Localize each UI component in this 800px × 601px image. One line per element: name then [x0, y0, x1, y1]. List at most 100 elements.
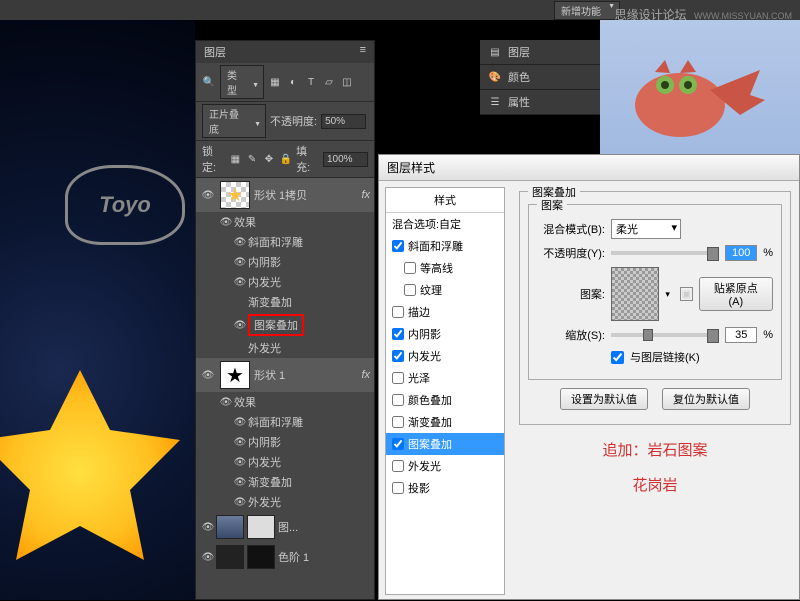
lock-brush-icon[interactable]: ✎ — [246, 152, 259, 166]
filter-type-icon[interactable]: T — [304, 75, 318, 89]
dialog-title: 图层样式 — [379, 155, 799, 181]
gradient-overlay-checkbox[interactable] — [392, 416, 404, 428]
panel-menu-icon[interactable]: ≡ — [360, 44, 366, 60]
fx-inner-glow[interactable]: 👁内发光 — [196, 272, 374, 292]
panel-properties[interactable]: ☰属性 — [480, 90, 600, 115]
style-bevel[interactable]: 斜面和浮雕 — [386, 235, 504, 257]
scale-input[interactable] — [725, 327, 757, 343]
scale-slider[interactable] — [611, 333, 719, 337]
filter-adjust-icon[interactable]: ◐ — [286, 75, 300, 89]
inner-glow-checkbox[interactable] — [392, 350, 404, 362]
color-overlay-checkbox[interactable] — [392, 394, 404, 406]
options-pane: 图案叠加 图案 混合模式(B): 柔光 不透明度(Y): % 图案: — [511, 181, 799, 601]
filter-type-dropdown[interactable]: 类型 — [220, 65, 264, 99]
link-checkbox[interactable] — [611, 351, 624, 364]
logo-overlay: Toyo — [65, 165, 185, 245]
layer-shape1[interactable]: 👁 形状 1 fx — [196, 358, 374, 392]
stroke-checkbox[interactable] — [392, 306, 404, 318]
bird-illustration — [610, 40, 770, 160]
layers-tab[interactable]: 图层≡ — [196, 41, 374, 63]
style-list: 样式 混合选项:自定 斜面和浮雕 等高线 纹理 描边 内阴影 内发光 光泽 颜色… — [385, 187, 505, 595]
fx-gradient-overlay2[interactable]: 👁渐变叠加 — [196, 472, 374, 492]
layer-thumb: ★ — [220, 181, 250, 209]
style-outer-glow[interactable]: 外发光 — [386, 455, 504, 477]
inner-shadow-checkbox[interactable] — [392, 328, 404, 340]
effects-toggle[interactable]: 👁效果 — [196, 392, 374, 412]
fx-bevel[interactable]: 👁斜面和浮雕 — [196, 412, 374, 432]
lock-move-icon[interactable]: ✥ — [263, 152, 276, 166]
style-texture[interactable]: 纹理 — [386, 279, 504, 301]
drop-shadow-checkbox[interactable] — [392, 482, 404, 494]
fill-input[interactable] — [323, 152, 368, 167]
fx-badge[interactable]: fx — [361, 369, 370, 381]
style-contour[interactable]: 等高线 — [386, 257, 504, 279]
style-gradient-overlay[interactable]: 渐变叠加 — [386, 411, 504, 433]
reset-default-button[interactable]: 复位为默认值 — [662, 388, 750, 410]
pattern-overlay-checkbox[interactable] — [392, 438, 404, 450]
styles-header[interactable]: 样式 — [386, 188, 504, 213]
search-icon[interactable]: 🔍 — [202, 75, 216, 89]
annotation-note2: 花岗岩 — [519, 474, 791, 495]
bevel-checkbox[interactable] — [392, 240, 404, 252]
style-drop-shadow[interactable]: 投影 — [386, 477, 504, 499]
set-default-button[interactable]: 设置为默认值 — [560, 388, 648, 410]
panel-layers[interactable]: ▤图层 — [480, 40, 600, 65]
lock-label: 锁定: — [202, 143, 225, 175]
pattern-preview[interactable] — [611, 267, 659, 321]
layer-shape1-copy[interactable]: 👁 ★ 形状 1拷贝 fx — [196, 178, 374, 212]
opacity-slider[interactable] — [611, 251, 719, 255]
opacity-input[interactable] — [321, 114, 366, 129]
layer-levels[interactable]: 👁 色阶 1 — [196, 542, 374, 572]
style-stroke[interactable]: 描边 — [386, 301, 504, 323]
panel-colors[interactable]: 🎨颜色 — [480, 65, 600, 90]
layers-panel: 图层≡ 🔍 类型 ▦ ◐ T ▱ ◫ 正片叠底 不透明度: 锁定: ▦ ✎ ✥ … — [195, 40, 375, 600]
new-pattern-icon[interactable]: ▣ — [680, 287, 693, 301]
link-label: 与图层链接(K) — [630, 349, 700, 365]
layer-style-dialog: 图层样式 样式 混合选项:自定 斜面和浮雕 等高线 纹理 描边 内阴影 内发光 … — [378, 154, 800, 600]
fx-inner-shadow[interactable]: 👁内阴影 — [196, 432, 374, 452]
visibility-icon[interactable]: 👁 — [200, 370, 216, 381]
style-inner-shadow[interactable]: 内阴影 — [386, 323, 504, 345]
background-image — [600, 20, 800, 170]
contour-checkbox[interactable] — [404, 262, 416, 274]
filter-pixel-icon[interactable]: ▦ — [268, 75, 282, 89]
pattern-label: 图案: — [537, 286, 605, 302]
layer-thumb — [220, 361, 250, 389]
visibility-icon[interactable]: 👁 — [200, 190, 216, 201]
style-satin[interactable]: 光泽 — [386, 367, 504, 389]
filter-shape-icon[interactable]: ▱ — [322, 75, 336, 89]
filter-smart-icon[interactable]: ◫ — [340, 75, 354, 89]
fx-inner-glow[interactable]: 👁内发光 — [196, 452, 374, 472]
lock-trans-icon[interactable]: ▦ — [229, 152, 242, 166]
layer-image[interactable]: 👁 图... — [196, 512, 374, 542]
texture-checkbox[interactable] — [404, 284, 416, 296]
fx-outer-glow[interactable]: 外发光 — [196, 338, 374, 358]
blend-mode-label: 混合模式(B): — [537, 221, 605, 237]
star-artwork — [0, 370, 180, 570]
opacity-label: 不透明度(Y): — [537, 245, 605, 261]
percent-label: % — [763, 329, 773, 341]
lock-all-icon[interactable]: 🔒 — [279, 152, 292, 166]
fx-gradient-overlay[interactable]: 渐变叠加 — [196, 292, 374, 312]
snap-origin-button[interactable]: 贴紧原点(A) — [699, 277, 773, 311]
satin-checkbox[interactable] — [392, 372, 404, 384]
fx-inner-shadow[interactable]: 👁内阴影 — [196, 252, 374, 272]
mask-thumb — [247, 515, 275, 539]
style-pattern-overlay[interactable]: 图案叠加 — [386, 433, 504, 455]
properties-icon: ☰ — [488, 95, 502, 109]
pattern-flyout-icon[interactable]: ▾ — [665, 289, 670, 300]
blend-options-item[interactable]: 混合选项:自定 — [386, 213, 504, 235]
mask-thumb — [247, 545, 275, 569]
fx-bevel[interactable]: 👁斜面和浮雕 — [196, 232, 374, 252]
style-color-overlay[interactable]: 颜色叠加 — [386, 389, 504, 411]
style-inner-glow[interactable]: 内发光 — [386, 345, 504, 367]
blend-mode-select[interactable]: 柔光 — [611, 219, 681, 239]
fx-badge[interactable]: fx — [361, 189, 370, 201]
fx-pattern-overlay[interactable]: 👁图案叠加 — [196, 312, 374, 338]
opacity-input[interactable] — [725, 245, 757, 261]
outer-glow-checkbox[interactable] — [392, 460, 404, 472]
blend-mode-dropdown[interactable]: 正片叠底 — [202, 104, 266, 138]
effects-toggle[interactable]: 👁效果 — [196, 212, 374, 232]
fx-outer-glow[interactable]: 👁外发光 — [196, 492, 374, 512]
side-panels: ▤图层 🎨颜色 ☰属性 — [480, 40, 600, 115]
